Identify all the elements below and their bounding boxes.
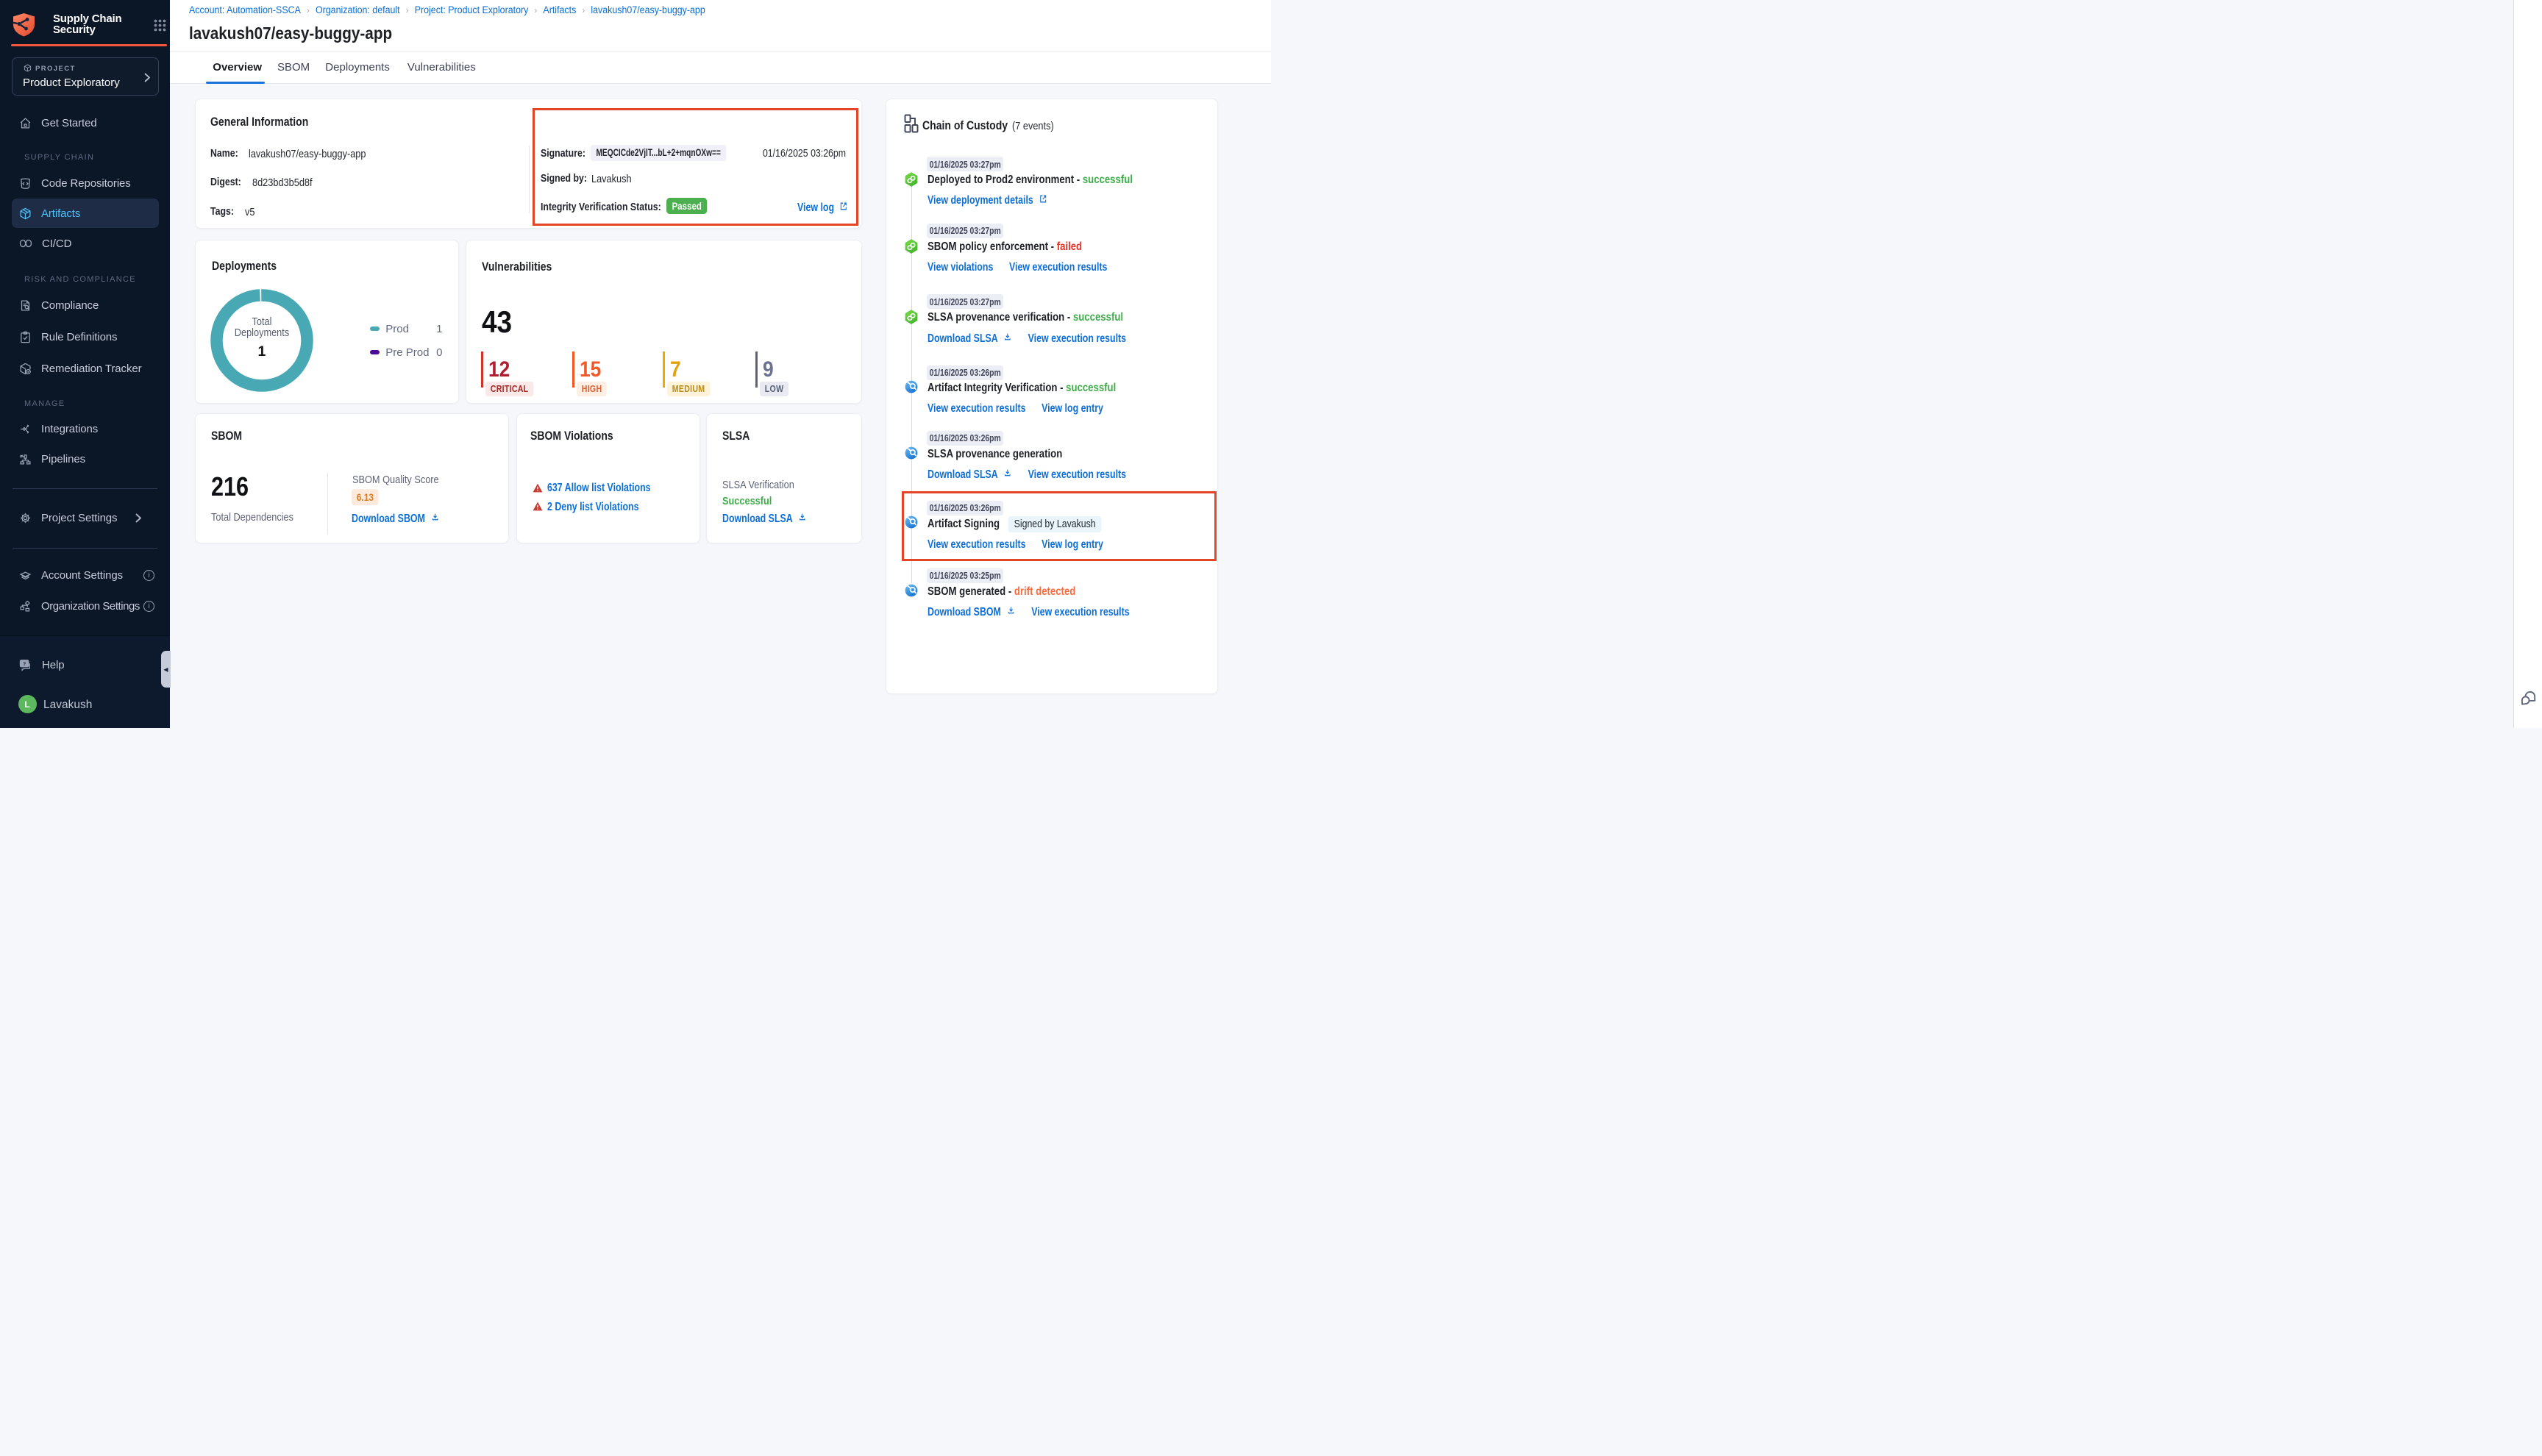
svg-text:?: ? bbox=[23, 661, 26, 666]
